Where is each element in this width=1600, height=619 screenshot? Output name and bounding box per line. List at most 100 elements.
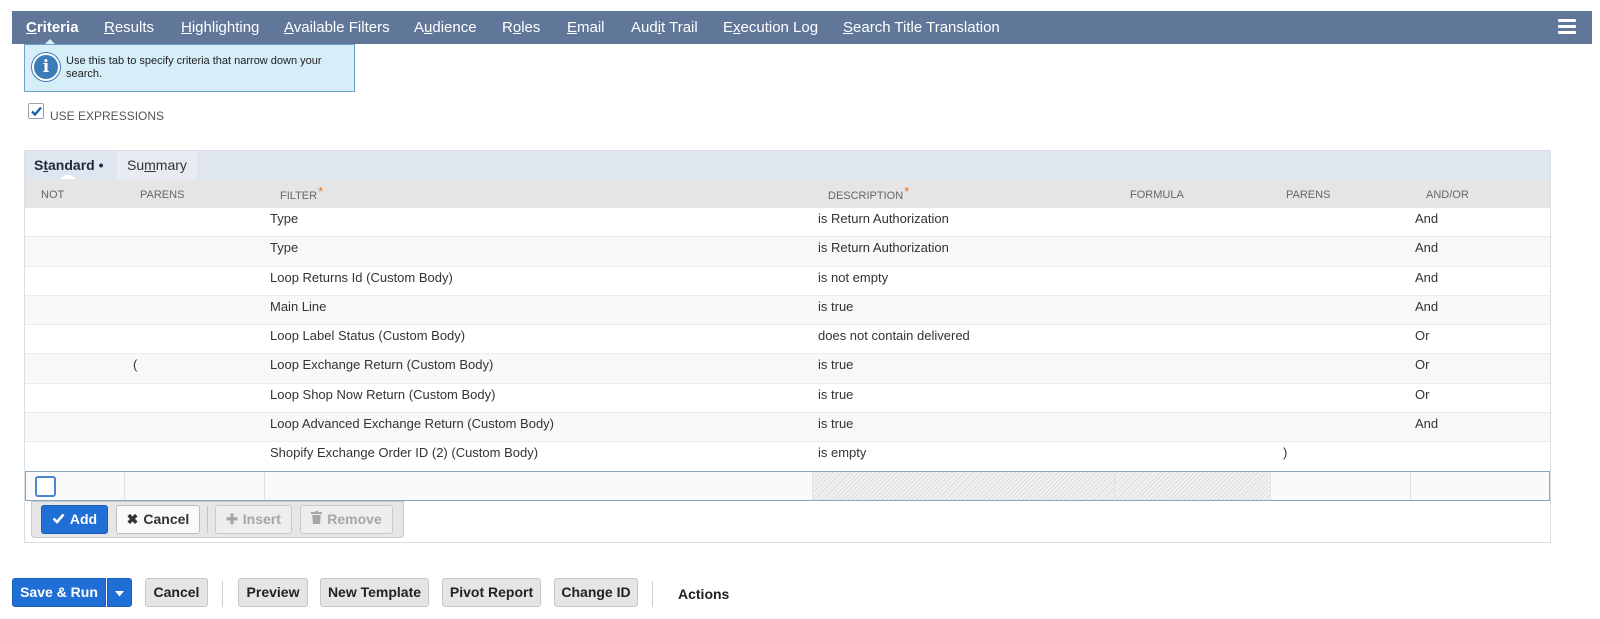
help-tooltip: i Use this tab to specify criteria that … [24, 44, 355, 92]
table-row[interactable]: Loop Returns Id (Custom Body) is not emp… [25, 267, 1550, 296]
tab-available-filters[interactable]: Available Filters [284, 11, 390, 44]
cell-filter: Loop Shop Now Return (Custom Body) [270, 386, 496, 402]
criteria-rows: Type is Return Authorization And Type is… [25, 208, 1550, 472]
use-expressions-checkbox[interactable] [28, 103, 44, 119]
new-template-button[interactable]: New Template [320, 578, 429, 607]
tab-execution-log-key: x [733, 19, 741, 36]
use-expressions-label: USE EXPRESSIONS [50, 109, 165, 123]
check-icon [31, 106, 42, 117]
tab-search-title-translation-key: S [843, 19, 854, 36]
tab-results[interactable]: Results [104, 11, 154, 44]
menu-icon[interactable] [1558, 19, 1576, 36]
info-icon: i [32, 53, 60, 81]
new-row-parens-open[interactable] [125, 472, 265, 500]
table-row[interactable]: Loop Label Status (Custom Body) does not… [25, 325, 1550, 355]
new-row-not-cell [26, 472, 125, 500]
tab-email-label: mail [577, 19, 605, 36]
tab-search-title-translation[interactable]: Search Title Translation [843, 11, 1000, 44]
tab-results-key: R [104, 19, 115, 36]
subtab-standard-pre: S [34, 157, 44, 173]
cancel-row-button[interactable]: ✖ Cancel [116, 505, 200, 534]
tab-criteria-key: C [26, 19, 37, 36]
tab-criteria-label: riteria [36, 19, 79, 36]
tab-email-key: E [567, 19, 578, 36]
cell-and-or: And [1415, 269, 1439, 285]
cell-and-or: And [1415, 298, 1439, 314]
col-description-label: DESCRIPTION [828, 190, 904, 202]
new-row-description [813, 472, 1115, 500]
col-and-or: AND/OR [1426, 189, 1469, 201]
cell-and-or: And [1415, 211, 1439, 226]
subtab-summary-pre: Su [127, 157, 145, 173]
cell-filter: Type [270, 211, 299, 226]
tab-available-filters-label: vailable Filters [293, 19, 390, 36]
table-row[interactable]: Main Line is true And [25, 295, 1550, 326]
required-mark: * [904, 184, 910, 199]
tab-audit-trail[interactable]: Audit Trail [631, 11, 698, 44]
change-id-button[interactable]: Change ID [554, 578, 638, 607]
save-run-button[interactable]: Save & Run [12, 578, 106, 607]
col-formula: FORMULA [1130, 189, 1184, 201]
trash-icon [311, 511, 323, 524]
cell-and-or: And [1415, 240, 1439, 256]
cell-description: is not empty [818, 269, 889, 285]
tab-execution-log-pre: E [723, 19, 734, 36]
table-row[interactable]: Type is Return Authorization And [25, 237, 1550, 267]
col-parens-open: PARENS [140, 189, 185, 201]
cell-and-or: Or [1415, 357, 1430, 373]
table-row[interactable]: Loop Advanced Exchange Return (Custom Bo… [25, 413, 1550, 443]
remove-button[interactable]: Remove [300, 505, 393, 534]
table-row[interactable]: Loop Shop Now Return (Custom Body) is tr… [25, 384, 1550, 414]
new-row-and-or[interactable] [1411, 472, 1551, 500]
save-run-menu-button[interactable] [107, 578, 132, 607]
table-row[interactable]: Shopify Exchange Order ID (2) (Custom Bo… [25, 442, 1550, 472]
subtab-bar: Standard • Summary [25, 151, 1550, 181]
cancel-button[interactable]: Cancel [145, 578, 208, 607]
tab-roles-label: les [521, 19, 541, 36]
cell-filter: Loop Advanced Exchange Return (Custom Bo… [270, 416, 555, 432]
col-not: NOT [41, 189, 65, 201]
required-mark: * [318, 184, 324, 199]
tab-email[interactable]: Email [567, 11, 605, 44]
cancel-row-button-label: Cancel [143, 511, 190, 527]
help-text: Use this tab to specify criteria that na… [66, 55, 322, 80]
table-row[interactable]: ( Loop Exchange Return (Custom Body) is … [25, 354, 1550, 384]
tab-audience-pre: A [414, 19, 425, 36]
new-row-parens-close[interactable] [1271, 472, 1411, 500]
subtab-standard-label: andard [48, 157, 95, 173]
cell-and-or: And [1415, 416, 1439, 432]
tab-highlighting[interactable]: Highlighting [181, 11, 259, 44]
preview-button[interactable]: Preview [238, 578, 308, 607]
tab-execution-log[interactable]: Execution Log [723, 11, 818, 44]
cell-and-or: Or [1415, 328, 1430, 344]
add-button-label: Add [69, 511, 98, 527]
cell-filter: Loop Label Status (Custom Body) [270, 328, 466, 344]
new-row-not-checkbox[interactable] [35, 476, 56, 497]
insert-button[interactable]: ✚ Insert [215, 505, 292, 534]
new-row-filter[interactable] [265, 472, 813, 500]
footer-divider [652, 581, 653, 607]
table-header: NOT PARENS FILTER* DESCRIPTION* FORMULA … [25, 179, 1550, 208]
cell-description: is empty [818, 445, 867, 461]
insert-button-label: Insert [242, 511, 281, 527]
footer-divider [222, 581, 223, 607]
cell-filter: Main Line [270, 298, 327, 314]
table-row[interactable]: Type is Return Authorization And [25, 208, 1550, 238]
new-row-formula [1115, 472, 1271, 500]
add-button[interactable]: Add [41, 505, 108, 534]
row-button-bar: Add ✖ Cancel ✚ Insert Remove [31, 501, 404, 538]
tab-execution-log-label: ecution Log [740, 19, 819, 36]
close-icon: ✖ [126, 511, 139, 527]
col-filter-label: FILTER [280, 190, 318, 202]
actions-menu[interactable]: Actions [678, 586, 729, 602]
cell-description: is true [818, 298, 854, 314]
remove-button-label: Remove [327, 511, 382, 527]
tab-audience[interactable]: Audience [414, 11, 477, 44]
pivot-report-button[interactable]: Pivot Report [442, 578, 541, 607]
col-parens-close: PARENS [1286, 189, 1331, 201]
subtab-summary[interactable]: Summary [117, 151, 197, 179]
cell-filter: Shopify Exchange Order ID (2) (Custom Bo… [270, 445, 539, 461]
cell-and-or: Or [1415, 386, 1430, 402]
tab-bar: Criteria Results Highlighting Available … [12, 11, 1592, 45]
tab-roles[interactable]: Roles [502, 11, 540, 44]
